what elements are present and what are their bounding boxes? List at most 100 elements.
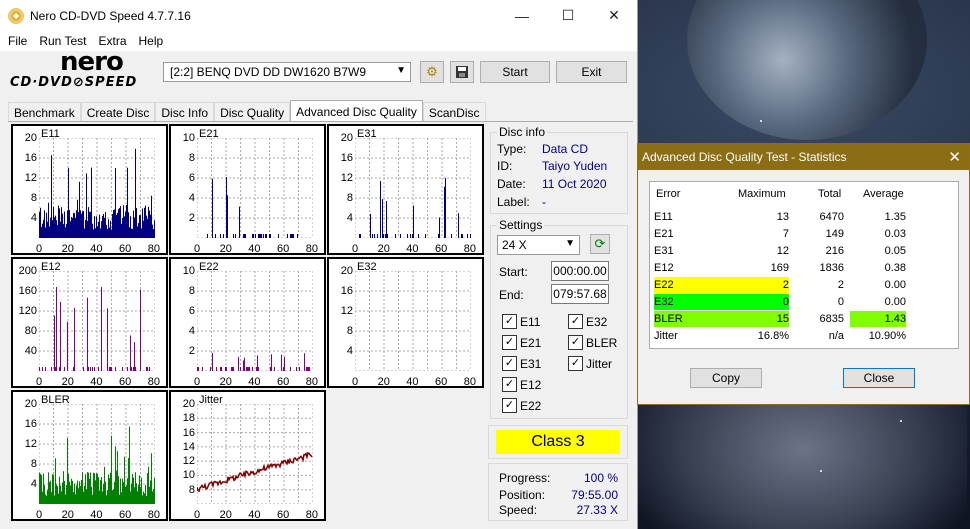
graph-bar: [152, 224, 153, 238]
graph-bar: [101, 287, 102, 371]
graph-bar: [296, 367, 297, 371]
graph-bar: [55, 367, 56, 371]
dialog-close-button[interactable]: Close: [843, 368, 915, 388]
settings-title: Settings: [497, 218, 545, 232]
tab-disc-quality[interactable]: Disc Quality: [214, 102, 291, 123]
exit-button[interactable]: Exit: [556, 61, 627, 83]
y-tick-label: 20: [340, 265, 353, 277]
maximize-button[interactable]: ☐: [545, 0, 591, 31]
graph-bar: [64, 211, 65, 238]
checkbox-e31[interactable]: ✓ E31: [502, 356, 541, 371]
graph-bar: [231, 367, 232, 371]
graph-bar: [89, 211, 90, 238]
graph-bar: [112, 490, 113, 504]
checkbox-e22[interactable]: ✓ E22: [502, 398, 541, 413]
graph-bar: [80, 486, 81, 504]
disc-date-label: Date:: [497, 177, 526, 191]
graph-bar: [55, 215, 56, 238]
dialog-close-icon[interactable]: ✕: [948, 148, 961, 166]
menu-file[interactable]: File: [2, 34, 33, 48]
checkbox-label: E31: [520, 356, 542, 371]
graph-bar: [139, 215, 140, 238]
checkbox-bler[interactable]: ✓ BLER: [568, 335, 617, 350]
graph-bar: [50, 217, 51, 238]
graph-bar: [147, 219, 148, 238]
graph-bar: [410, 234, 411, 238]
graph-bar: [418, 234, 419, 238]
start-time-field[interactable]: 000:00.00: [551, 261, 609, 281]
graph-bar: [133, 367, 134, 371]
copy-button[interactable]: Copy: [690, 368, 762, 388]
graph-bar: [235, 234, 236, 238]
graph-bar: [142, 495, 143, 504]
header-average: Average: [863, 188, 904, 200]
tab-scandisc[interactable]: ScanDisc: [422, 102, 486, 123]
graph-bar: [39, 211, 40, 238]
x-tick-label: 80: [463, 243, 476, 255]
y-tick-label: 8: [346, 325, 353, 337]
graph-bar: [126, 204, 127, 238]
checkbox-jitter[interactable]: ✓ Jitter: [568, 356, 612, 371]
graph-plot: [39, 271, 155, 371]
graph-bar: [123, 482, 124, 504]
graph-bar: [240, 367, 241, 371]
x-tick-label: 60: [277, 376, 290, 388]
graph-e22: E22 10 8 6 4 2 0 20 40 60 80: [169, 257, 326, 388]
graph-bar: [232, 367, 233, 371]
drive-info-button[interactable]: ⚙: [420, 61, 444, 83]
graph-bar: [72, 218, 73, 238]
checkbox-e12[interactable]: ✓ E12: [502, 377, 541, 392]
graph-bar: [60, 485, 61, 504]
graph-bar: [40, 473, 41, 504]
end-time-field[interactable]: 079:57.68: [551, 284, 609, 304]
speed-select[interactable]: 24 X ▼: [497, 235, 580, 255]
tab-disc-info[interactable]: Disc Info: [155, 102, 215, 123]
graph-bar: [122, 367, 123, 371]
graph-bar: [132, 229, 133, 238]
graph-bar: [293, 234, 294, 238]
tab-advanced-disc-quality[interactable]: Advanced Disc Quality: [290, 100, 423, 123]
x-tick-label: 0: [193, 509, 201, 521]
graph-bar: [62, 482, 63, 504]
refresh-speed-button[interactable]: ⟳: [590, 234, 610, 254]
graph-e12: E12 200 160 120 80 40 0 20 40 60 80: [11, 257, 168, 388]
close-button[interactable]: ✕: [591, 0, 637, 31]
x-tick-label: 40: [406, 376, 419, 388]
x-tick-label: 0: [35, 509, 43, 521]
stat-row-average: 1.35: [884, 211, 906, 223]
graph-bar: [53, 207, 54, 238]
x-tick-label: 60: [277, 509, 290, 521]
graph-bar: [124, 216, 125, 238]
chevron-down-icon: ▼: [396, 65, 406, 76]
checkbox-e11[interactable]: ✓ E11: [502, 314, 540, 329]
disc-label-value: -: [542, 195, 546, 209]
checkbox-label: E11: [520, 314, 541, 329]
graph-bar: [77, 199, 78, 238]
dialog-title: Advanced Disc Quality Test - Statistics: [642, 150, 847, 164]
tab-benchmark[interactable]: Benchmark: [8, 102, 81, 123]
stat-row-maximum: 7: [782, 228, 789, 240]
graph-bar: [66, 224, 67, 238]
graph-bar: [92, 223, 93, 238]
graph-bar: [149, 486, 150, 504]
start-button[interactable]: Start: [480, 61, 550, 83]
graph-bar: [57, 486, 58, 504]
tab-create-disc[interactable]: Create Disc: [80, 102, 156, 123]
x-tick-label: 0: [351, 376, 359, 388]
menu-help[interactable]: Help: [133, 34, 170, 48]
checkbox-e21[interactable]: ✓ E21: [502, 335, 541, 350]
menu-extra[interactable]: Extra: [92, 34, 132, 48]
minimize-button[interactable]: —: [499, 0, 545, 31]
graph-bar: [107, 229, 108, 238]
drive-select[interactable]: [2:2] BENQ DVD DD DW1620 B7W9 ▼: [163, 62, 411, 82]
graph-bar: [60, 221, 61, 238]
graph-bar: [59, 208, 60, 238]
checkbox-e32[interactable]: ✓ E32: [568, 314, 607, 329]
stat-row-maximum: 15: [734, 311, 789, 327]
menu-run-test[interactable]: Run Test: [33, 34, 92, 48]
graph-bar: [124, 456, 125, 504]
save-button[interactable]: [450, 61, 474, 83]
graph-bar: [207, 234, 208, 238]
header-total: Total: [818, 188, 842, 200]
graph-bar: [154, 477, 155, 504]
